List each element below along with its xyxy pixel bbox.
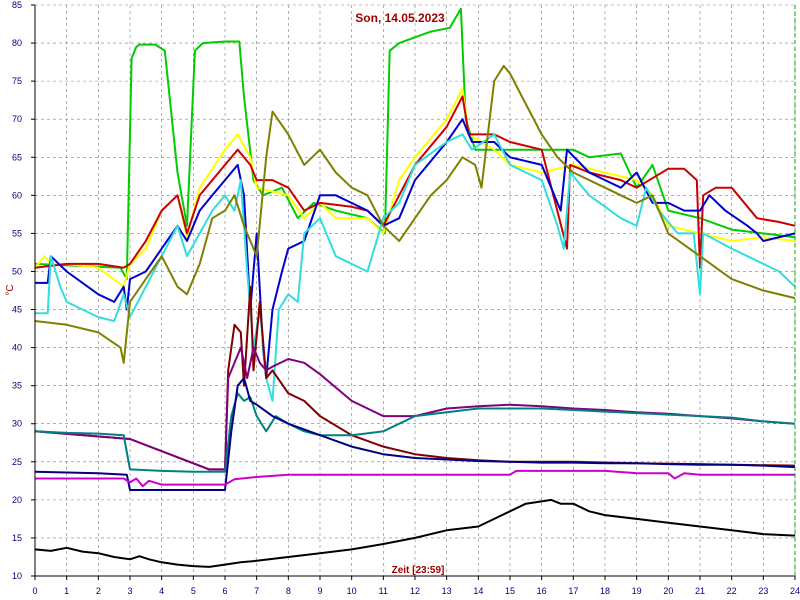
x-tick-label: 8 (286, 586, 291, 596)
y-tick-label: 55 (12, 228, 22, 238)
x-tick-label: 13 (442, 586, 452, 596)
x-tick-label: 0 (32, 586, 37, 596)
y-tick-label: 50 (12, 266, 22, 276)
x-tick-label: 1 (64, 586, 69, 596)
x-tick-label: 6 (222, 586, 227, 596)
chart-title: Son, 14.05.2023 (355, 11, 445, 25)
x-tick-label: 15 (505, 586, 515, 596)
y-tick-label: 40 (12, 343, 22, 353)
y-tick-label: 60 (12, 190, 22, 200)
x-tick-label: 3 (127, 586, 132, 596)
x-tick-label: 2 (96, 586, 101, 596)
x-tick-label: 21 (695, 586, 705, 596)
chart-area: 0 1 2 3 4 5 6 7 8 9 10 11 12 13 14 15 16 17 18 19 20 21 22 23 24… (0, 0, 800, 600)
y-tick-label: 75 (12, 76, 22, 86)
x-tick-label: 4 (159, 586, 164, 596)
x-tick-label: 23 (758, 586, 768, 596)
y-axis-label: °C (5, 284, 16, 295)
y-tick-label: 30 (12, 419, 22, 429)
x-tick-label: 11 (379, 586, 388, 596)
y-tick-label: 80 (12, 38, 22, 48)
x-tick-label: 20 (663, 586, 673, 596)
x-axis-label: Zeit [23:59] (392, 565, 445, 576)
x-tick-label: 16 (537, 586, 547, 596)
x-tick-label: 24 (790, 586, 800, 596)
x-tick-label: 22 (727, 586, 737, 596)
x-tick-label: 5 (191, 586, 196, 596)
y-tick-label: 65 (12, 152, 22, 162)
x-tick-label: 7 (254, 586, 259, 596)
y-tick-label: 35 (12, 381, 22, 391)
x-tick-label: 10 (347, 586, 357, 596)
x-tick-label: 14 (473, 586, 483, 596)
x-tick-label: 17 (568, 586, 578, 596)
line-chart: 0 1 2 3 4 5 6 7 8 9 10 11 12 13 14 15 16 17 18 19 20 21 22 23 24… (5, 0, 800, 596)
x-tick-label: 9 (317, 586, 322, 596)
y-tick-label: 10 (12, 571, 22, 581)
x-tick-label: 18 (600, 586, 610, 596)
y-tick-label: 70 (12, 114, 22, 124)
y-tick-label: 20 (12, 495, 22, 505)
y-tick-label: 85 (12, 0, 22, 10)
x-tick-label: 19 (632, 586, 642, 596)
y-tick-label: 25 (12, 457, 22, 467)
y-tick-label: 15 (12, 533, 22, 543)
y-tick-label: 45 (12, 305, 22, 315)
x-tick-label: 12 (410, 586, 420, 596)
